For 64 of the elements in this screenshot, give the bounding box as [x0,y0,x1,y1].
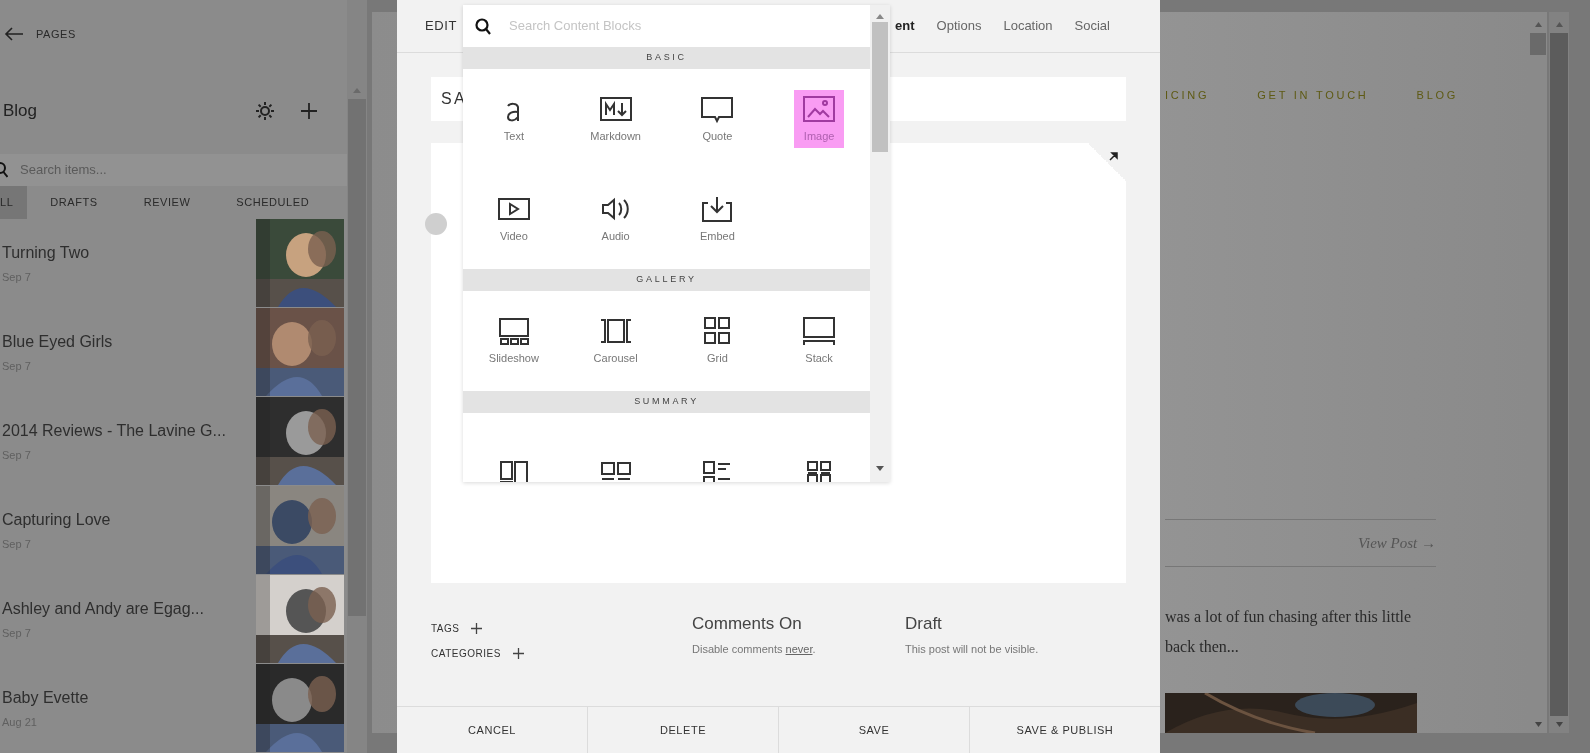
dialog-title: EDIT [425,17,458,36]
scrollbar[interactable] [870,5,890,482]
content-block-option[interactable]: Text [488,89,539,149]
dialog-action-button[interactable]: DELETE [587,707,778,753]
section-header: GALLERY [463,269,870,291]
page-title: Blog [3,100,39,123]
section-header: SUMMARY [463,391,870,413]
content-block-option[interactable]: Carousel [585,311,646,371]
slideshow-icon [496,315,531,346]
site-nav-link[interactable]: ICING [1165,87,1210,104]
content-block-option[interactable]: Grid [692,311,743,371]
dialog-tab[interactable]: Social [1074,16,1110,36]
scrollbar[interactable] [347,0,367,753]
post-title: Capturing Love [2,510,112,530]
add-icon[interactable] [512,648,524,659]
stack-icon [802,315,837,346]
image-icon [802,93,837,124]
dialog-action-button[interactable]: CANCEL [397,707,587,753]
scrollbar-thumb[interactable] [872,22,888,152]
dialog-tab[interactable]: Location [1003,16,1053,36]
add-icon[interactable] [471,623,483,634]
layout-icon [598,460,633,482]
section-header: BASIC [463,47,870,69]
post-title: Baby Evette [2,688,90,708]
content-block-option[interactable]: Stack [794,311,845,371]
tags-label: TAGS [431,622,460,636]
post-title: Blue Eyed Girls [2,332,114,352]
scroll-up-icon[interactable] [1555,22,1563,27]
search-icon [475,17,491,35]
content-block-option[interactable]: Video [488,189,539,249]
settings-icon[interactable] [255,101,275,121]
post-title: Ashley and Andy are Egag... [2,599,205,619]
content-block-option[interactable]: Slideshow [480,311,547,371]
comments-note: Disable comments never. [692,641,817,657]
expand-icon[interactable] [1108,151,1118,161]
scroll-up-icon[interactable] [1534,22,1542,27]
scroll-up-icon[interactable] [353,88,361,93]
scroll-down-icon[interactable] [1534,722,1542,727]
back-link[interactable]: PAGES [36,25,76,43]
scrollbar-thumb[interactable] [1530,33,1546,55]
filter-tab[interactable]: LL [0,186,28,219]
insert-point-handle[interactable] [425,213,447,235]
scroll-up-icon[interactable] [876,13,884,19]
content-block-option[interactable]: Audio [590,189,641,249]
post-title: 2014 Reviews - The Lavine G... [2,421,227,441]
post-excerpt-line: was a lot of fun chasing after this little [1165,607,1413,628]
add-icon[interactable] [301,103,317,119]
categories-label: CATEGORIES [431,647,501,661]
scroll-down-icon[interactable] [876,466,884,472]
dialog-action-button[interactable]: SAVE & PUBLISH [969,707,1160,753]
dialog-tab[interactable]: Options [936,16,982,36]
post-title: Turning Two [2,243,91,263]
post-excerpt-line: back then... [1165,637,1240,657]
content-block-option[interactable]: Markdown [582,89,649,149]
status-note: This post will not be visible. [905,641,1039,657]
post-status[interactable]: Draft [905,611,1039,637]
comments-status[interactable]: Comments On [692,611,905,637]
back-arrow-icon[interactable] [4,27,24,41]
content-block-option[interactable]: Quote [692,89,743,149]
content-block-option[interactable]: Embed [691,189,743,249]
scrollbar[interactable] [1529,12,1547,733]
dialog-action-button[interactable]: SAVE [778,707,969,753]
scrollbar-thumb[interactable] [348,99,366,616]
dialog-tab[interactable]: ent [895,16,915,36]
